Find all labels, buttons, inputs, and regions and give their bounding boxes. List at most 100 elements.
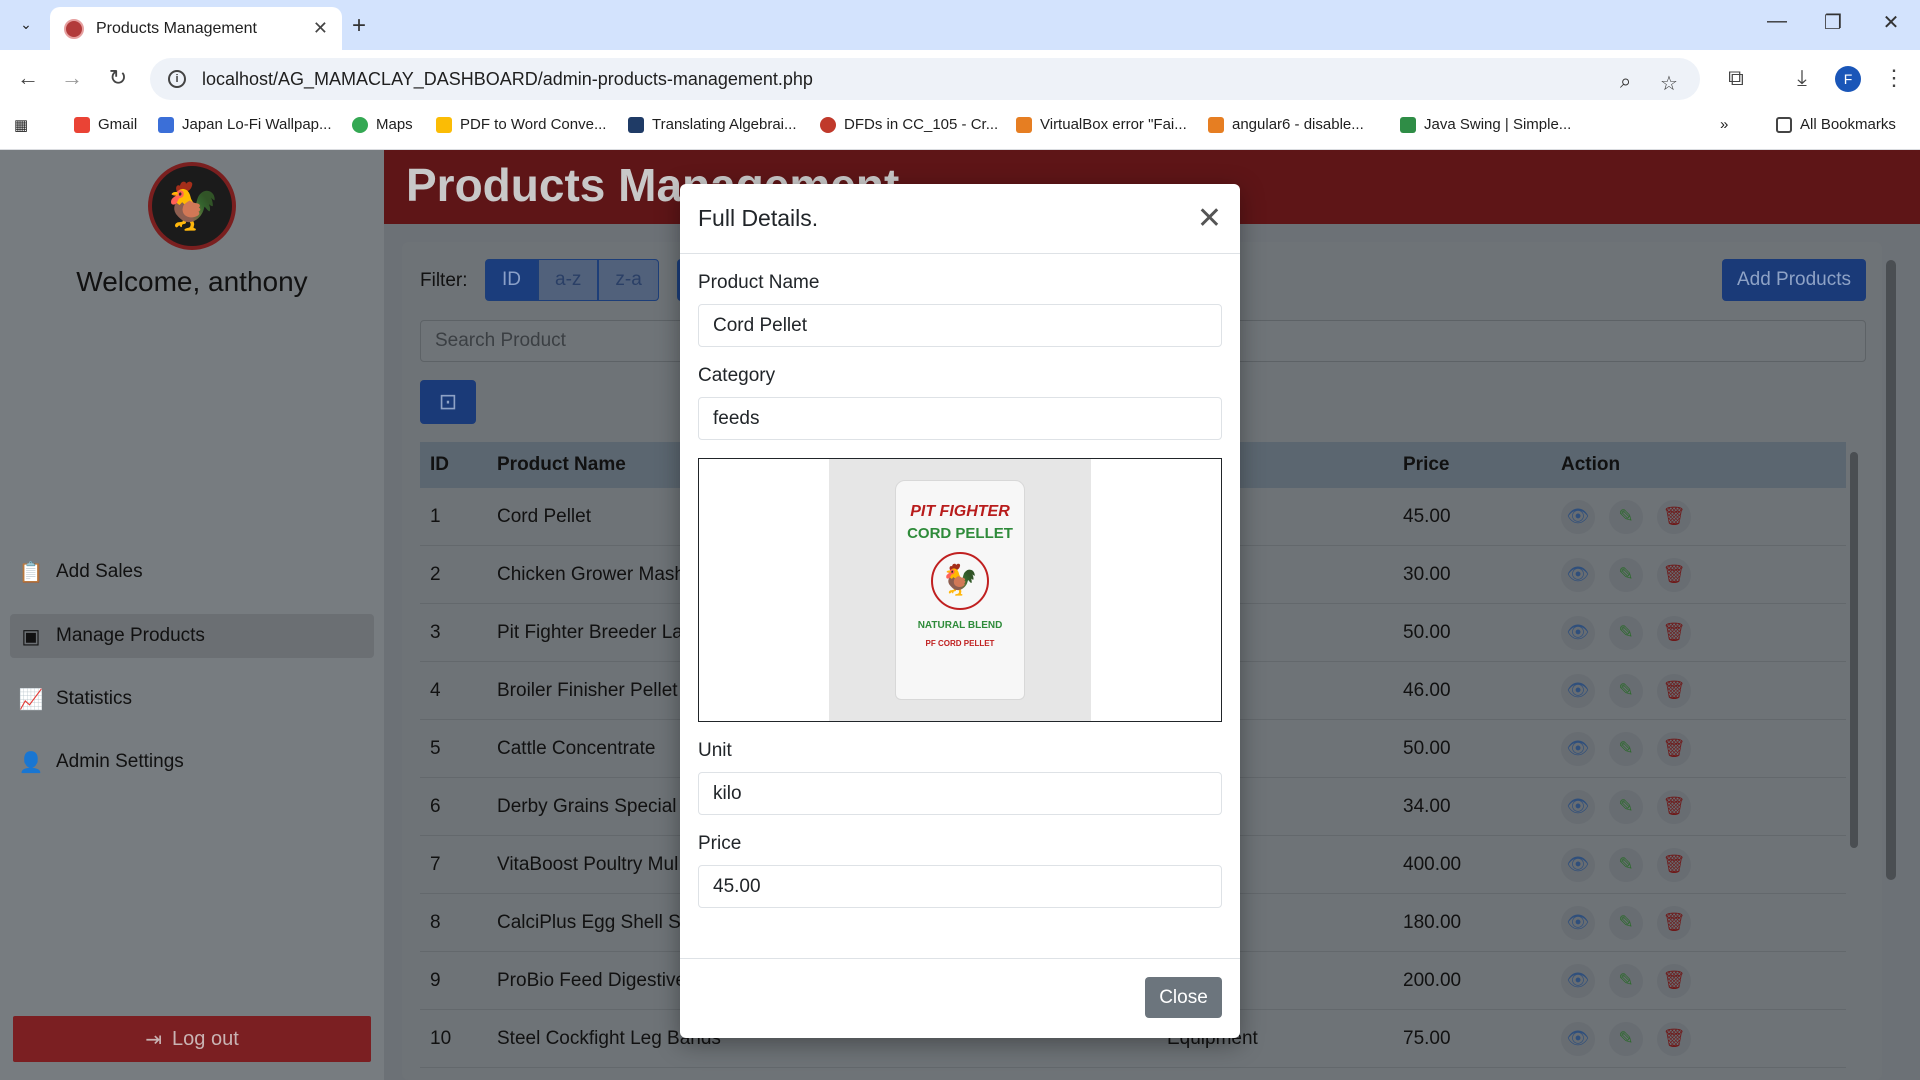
profile-avatar[interactable]: F <box>1835 66 1861 92</box>
sidebar-item-admin-settings[interactable]: 👤 Admin Settings <box>10 740 374 784</box>
filter-az-button[interactable]: a-z <box>538 259 599 301</box>
edit-icon[interactable]: ✎ <box>1609 963 1643 998</box>
unit-field[interactable]: kilo <box>698 772 1222 815</box>
bookmark-java[interactable]: Java Swing | Simple... <box>1400 116 1571 133</box>
trash-icon[interactable]: 🗑 <box>1657 673 1691 708</box>
view-icon[interactable]: 👁 <box>1561 963 1595 998</box>
cell-id: 8 <box>430 911 441 933</box>
bookmark-lofi[interactable]: Japan Lo-Fi Wallpap... <box>158 116 332 133</box>
cell-price: 50.00 <box>1403 621 1451 643</box>
edit-icon[interactable]: ✎ <box>1609 789 1643 824</box>
bookmark-maps[interactable]: Maps <box>352 116 413 133</box>
minimize-icon[interactable]: — <box>1762 10 1792 33</box>
gfg-icon <box>1400 116 1416 133</box>
col-price: Price <box>1403 454 1450 475</box>
stack-icon <box>1208 116 1224 133</box>
new-tab-icon[interactable]: + <box>352 12 366 40</box>
more-bookmarks-icon[interactable]: » <box>1720 116 1728 133</box>
view-icon[interactable]: 👁 <box>1561 499 1595 534</box>
browser-menu-icon[interactable]: ⋮ <box>1880 65 1908 91</box>
view-icon[interactable]: 👁 <box>1561 673 1595 708</box>
trash-icon[interactable]: 🗑 <box>1657 905 1691 940</box>
view-icon[interactable]: 👁 <box>1561 1021 1595 1056</box>
product-name-field[interactable]: Cord Pellet <box>698 304 1222 347</box>
bookmark-virtualbox[interactable]: VirtualBox error "Fai... <box>1016 116 1187 133</box>
view-icon[interactable]: 👁 <box>1561 615 1595 650</box>
bookmark-pdf[interactable]: PDF to Word Conve... <box>436 116 606 133</box>
forward-icon[interactable]: → <box>58 65 86 91</box>
reload-icon[interactable]: ↻ <box>104 65 132 91</box>
trash-icon[interactable]: 🗑 <box>1657 1021 1691 1056</box>
cell-actions: 👁 ✎ 🗑 <box>1561 673 1846 708</box>
edit-icon[interactable]: ✎ <box>1609 557 1643 592</box>
extensions-icon[interactable]: ⧉ <box>1722 65 1750 91</box>
edit-icon[interactable]: ✎ <box>1609 615 1643 650</box>
trash-icon[interactable]: 🗑 <box>1657 499 1691 534</box>
dfd-icon <box>820 116 836 133</box>
add-products-button[interactable]: Add Products <box>1722 259 1866 301</box>
edit-icon[interactable]: ✎ <box>1609 1021 1643 1056</box>
apps-icon[interactable]: ▦ <box>14 116 28 134</box>
filter-label: Filter: <box>420 270 468 291</box>
back-icon[interactable]: ← <box>14 65 42 91</box>
view-icon[interactable]: 👁 <box>1561 905 1595 940</box>
restore-icon[interactable]: ❐ <box>1818 10 1848 35</box>
rooster-emblem-icon: 🐓 <box>931 551 989 610</box>
chart-icon: 📈 <box>18 688 44 711</box>
unit-label: Unit <box>698 740 732 761</box>
tab-search-icon[interactable]: ⌄ <box>12 10 40 38</box>
price-field[interactable]: 45.00 <box>698 865 1222 908</box>
page-scrollbar[interactable] <box>1886 260 1896 880</box>
edit-icon[interactable]: ✎ <box>1609 673 1643 708</box>
trash-icon[interactable]: 🗑 <box>1657 557 1691 592</box>
modal-close-icon[interactable]: ✕ <box>1197 203 1222 234</box>
window-close-icon[interactable]: ✕ <box>1876 10 1906 35</box>
filter-za-button[interactable]: z-a <box>598 259 659 301</box>
user-icon: 👤 <box>18 751 44 774</box>
view-icon[interactable]: 👁 <box>1561 557 1595 592</box>
edit-icon[interactable]: ✎ <box>1609 731 1643 766</box>
all-bookmarks[interactable]: All Bookmarks <box>1776 116 1896 133</box>
bookmark-gmail[interactable]: Gmail <box>74 116 137 133</box>
download-icon[interactable]: ⤓ <box>1788 65 1816 91</box>
cell-price: 75.00 <box>1403 1027 1451 1049</box>
cell-price: 400.00 <box>1403 853 1462 875</box>
view-icon[interactable]: 👁 <box>1561 847 1595 882</box>
trash-icon[interactable]: 🗑 <box>1657 847 1691 882</box>
browser-tab[interactable]: Products Management ✕ <box>50 7 342 50</box>
trash-icon[interactable]: 🗑 <box>1657 615 1691 650</box>
table-scrollbar[interactable] <box>1850 452 1858 848</box>
cell-id: 7 <box>430 853 441 875</box>
edit-icon[interactable]: ✎ <box>1609 847 1643 882</box>
maps-icon <box>352 116 368 133</box>
logout-button[interactable]: ⇥ Log out <box>13 1016 371 1062</box>
zoom-icon[interactable]: ⌕ <box>1620 71 1631 94</box>
trash-icon[interactable]: 🗑 <box>1657 963 1691 998</box>
view-icon[interactable]: 👁 <box>1561 789 1595 824</box>
site-info-icon[interactable]: i <box>168 70 186 88</box>
view-icon[interactable]: 👁 <box>1561 731 1595 766</box>
trash-icon[interactable]: 🗑 <box>1657 789 1691 824</box>
bookmark-dfd[interactable]: DFDs in CC_105 - Cr... <box>820 116 998 133</box>
category-field[interactable]: feeds <box>698 397 1222 440</box>
bookmark-angular[interactable]: angular6 - disable... <box>1208 116 1364 133</box>
rooster-logo: 🐓 <box>148 162 236 250</box>
bookmark-algebra[interactable]: Translating Algebrai... <box>628 116 797 133</box>
browser-tab-bar: ⌄ Products Management ✕ + — ❐ ✕ <box>0 0 1920 50</box>
tab-close-icon[interactable]: ✕ <box>313 18 328 39</box>
filter-id-button[interactable]: ID <box>485 259 538 301</box>
sack-footer: PF CORD PELLET <box>925 638 995 648</box>
sidebar-item-add-sales[interactable]: 📋 Add Sales <box>10 550 374 594</box>
url-field[interactable]: i localhost/AG_MAMACLAY_DASHBOARD/admin-… <box>150 58 1700 100</box>
cell-price: 34.00 <box>1403 795 1451 817</box>
trash-icon[interactable]: 🗑 <box>1657 731 1691 766</box>
edit-icon[interactable]: ✎ <box>1609 499 1643 534</box>
bookmark-star-icon[interactable]: ☆ <box>1660 71 1678 96</box>
cell-price: 200.00 <box>1403 969 1462 991</box>
sidebar-item-statistics[interactable]: 📈 Statistics <box>10 677 374 721</box>
w-icon <box>158 116 174 133</box>
export-button[interactable]: ⊡ <box>420 380 476 424</box>
close-button[interactable]: Close <box>1145 977 1222 1018</box>
edit-icon[interactable]: ✎ <box>1609 905 1643 940</box>
sidebar-item-manage-products[interactable]: ▣ Manage Products <box>10 614 374 658</box>
